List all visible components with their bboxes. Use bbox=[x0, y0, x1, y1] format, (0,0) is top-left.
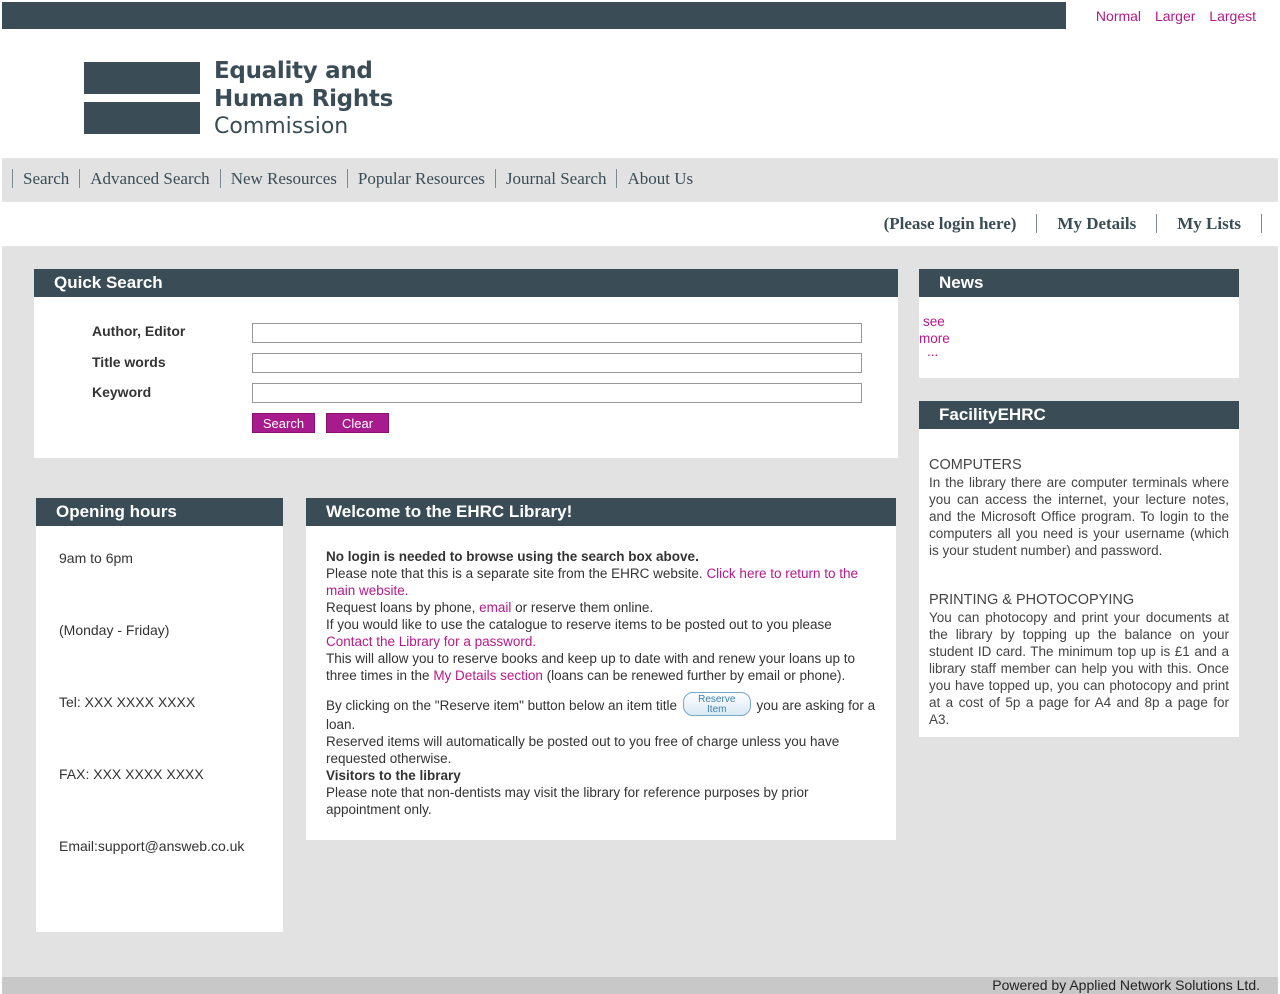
nav-popular-resources[interactable]: Popular Resources bbox=[346, 169, 495, 188]
text-size-normal[interactable]: Normal bbox=[1096, 8, 1141, 24]
clear-button[interactable]: Clear bbox=[326, 413, 389, 433]
quick-search-panel: Quick Search Author, Editor Title words … bbox=[34, 269, 898, 458]
news-ellipsis: ... bbox=[927, 344, 939, 359]
user-nav: (Please login here) My Details My Lists bbox=[2, 202, 1278, 246]
my-lists-link[interactable]: My Lists bbox=[1157, 214, 1262, 233]
facility-panel: FacilityEHRC COMPUTERS In the library th… bbox=[919, 401, 1239, 737]
text-size-larger[interactable]: Larger bbox=[1155, 8, 1195, 24]
author-label: Author, Editor bbox=[92, 323, 186, 339]
hours-days: (Monday - Friday) bbox=[59, 622, 170, 638]
logo-text[interactable]: Equality and Human Rights Commission bbox=[214, 57, 393, 141]
contact-library-link[interactable]: Contact the Library for a password. bbox=[326, 634, 536, 649]
news-title: News bbox=[919, 269, 1239, 297]
welcome-para-4: This will allow you to reserve books and… bbox=[326, 651, 856, 683]
footer-powered-by: Powered by Applied Network Solutions Ltd… bbox=[2, 977, 1278, 994]
printing-heading: PRINTING & PHOTOCOPYING bbox=[929, 592, 1135, 608]
nav-advanced-search[interactable]: Advanced Search bbox=[79, 169, 220, 188]
news-more-link[interactable]: more bbox=[919, 330, 1239, 347]
search-button[interactable]: Search bbox=[252, 413, 315, 433]
main-nav: Search Advanced Search New Resources Popula… bbox=[2, 158, 1278, 202]
keyword-label: Keyword bbox=[92, 384, 152, 400]
hours-email: Email:support@answeb.co.uk bbox=[59, 838, 245, 854]
reserve-item-button-icon: Reserve Item bbox=[682, 692, 751, 716]
text-size-controls: Normal Larger Largest bbox=[1066, 2, 1278, 29]
keyword-input[interactable] bbox=[252, 383, 862, 403]
welcome-para-1: Please note that this is a separate site… bbox=[326, 566, 859, 598]
welcome-para-7: Please note that non-dentists may visit … bbox=[326, 785, 809, 817]
site-header: Equality and Human Rights Commission bbox=[2, 29, 1278, 158]
opening-hours-title: Opening hours bbox=[36, 498, 283, 526]
news-see-link[interactable]: see bbox=[919, 313, 1239, 330]
welcome-para-2: Request loans by phone, email or reserve… bbox=[326, 600, 654, 615]
printing-text: You can photocopy and print your documen… bbox=[929, 610, 1229, 727]
nav-new-resources[interactable]: New Resources bbox=[219, 169, 347, 188]
logo-mark[interactable] bbox=[84, 62, 200, 142]
text-size-largest[interactable]: Largest bbox=[1209, 8, 1256, 24]
hours-time: 9am to 6pm bbox=[59, 550, 133, 566]
welcome-panel: Welcome to the EHRC Library! No login is… bbox=[306, 498, 896, 840]
logo-line-3: Commission bbox=[214, 114, 349, 139]
welcome-para-5: By clicking on the "Reserve item" button… bbox=[326, 692, 876, 732]
computers-heading: COMPUTERS bbox=[929, 457, 1022, 473]
top-bar bbox=[2, 2, 1066, 29]
welcome-para-6: Reserved items will automatically be pos… bbox=[326, 734, 840, 766]
logo-line-1: Equality and bbox=[214, 58, 373, 84]
facility-title: FacilityEHRC bbox=[919, 401, 1239, 429]
logo-line-2: Human Rights bbox=[214, 86, 394, 112]
nav-journal-search[interactable]: Journal Search bbox=[494, 169, 617, 188]
welcome-title: Welcome to the EHRC Library! bbox=[306, 498, 896, 526]
news-panel: News see more ... bbox=[919, 269, 1239, 378]
quick-search-title: Quick Search bbox=[34, 269, 898, 297]
my-details-link[interactable]: My Details bbox=[1037, 214, 1158, 233]
hours-tel: Tel: XXX XXXX XXXX bbox=[59, 694, 196, 710]
nav-about-us[interactable]: About Us bbox=[616, 169, 704, 188]
opening-hours-panel: Opening hours 9am to 6pm (Monday - Frida… bbox=[36, 498, 283, 932]
title-words-input[interactable] bbox=[252, 353, 862, 373]
login-link[interactable]: (Please login here) bbox=[863, 214, 1038, 233]
welcome-login-note: No login is needed to browse using the s… bbox=[326, 549, 699, 564]
author-input[interactable] bbox=[252, 323, 862, 343]
visitors-heading: Visitors to the library bbox=[326, 768, 461, 783]
welcome-para-3: If you would like to use the catalogue t… bbox=[326, 617, 832, 649]
email-link[interactable]: email bbox=[479, 600, 511, 615]
hours-fax: FAX: XXX XXXX XXXX bbox=[59, 766, 204, 782]
my-details-section-link[interactable]: My Details section bbox=[433, 668, 543, 683]
title-words-label: Title words bbox=[92, 354, 166, 370]
computers-text: In the library there are computer termin… bbox=[929, 475, 1229, 558]
nav-search[interactable]: Search bbox=[12, 169, 80, 188]
